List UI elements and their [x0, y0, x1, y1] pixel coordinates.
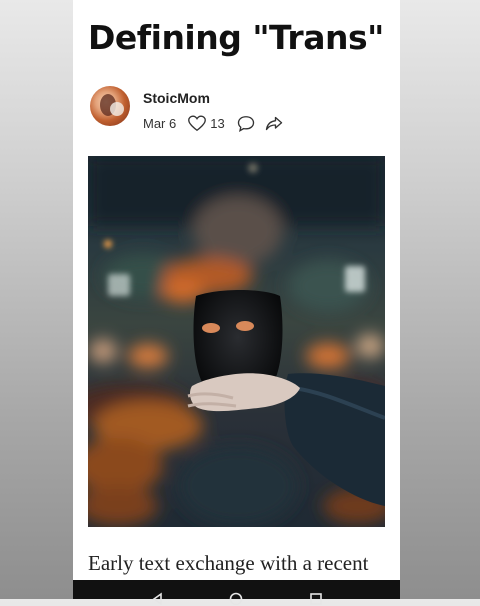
article-meta: Mar 6 13	[143, 113, 283, 133]
share-icon[interactable]	[265, 115, 283, 132]
publish-date: Mar 6	[143, 115, 177, 131]
article-title: Defining "Trans"	[88, 18, 384, 57]
heart-icon[interactable]	[188, 115, 207, 132]
back-icon[interactable]	[151, 592, 165, 606]
article-body-preview: Early text exchange with a recent	[88, 551, 369, 575]
like-count: 13	[210, 115, 225, 131]
masked-hand-photo	[88, 156, 385, 526]
hero-image[interactable]	[88, 156, 385, 527]
comment-icon[interactable]	[237, 115, 255, 132]
system-navigation-bar	[73, 580, 400, 606]
author-avatar[interactable]	[90, 86, 130, 126]
recents-icon[interactable]	[309, 592, 323, 606]
author-name[interactable]: StoicMom	[143, 90, 210, 106]
article-screen: Defining "Trans" StoicMom Mar 6 13 Early…	[73, 0, 400, 599]
home-icon[interactable]	[229, 592, 243, 606]
